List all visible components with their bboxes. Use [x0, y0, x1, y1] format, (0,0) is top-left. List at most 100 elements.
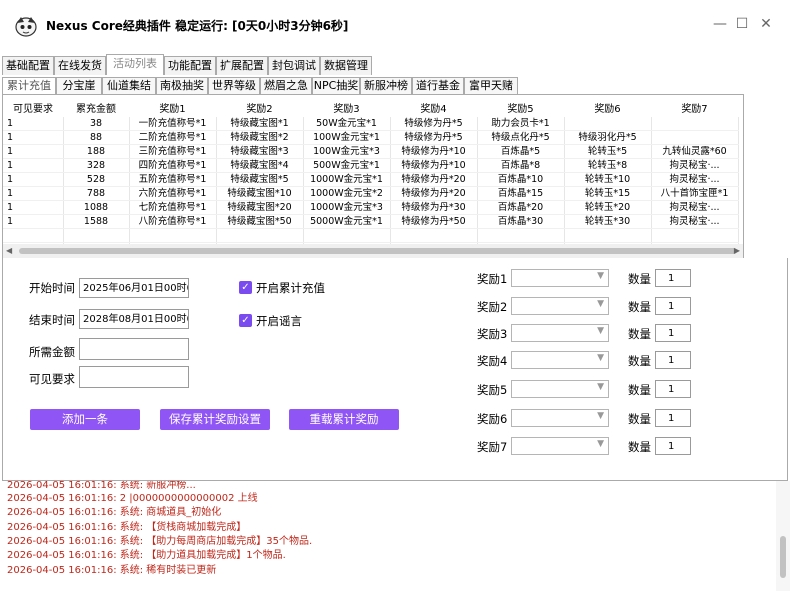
table-row[interactable]: 1 188 三阶充值称号*1 特级藏宝图*3 100W金元宝*3 特级修为丹*10 百炼晶*…	[3, 144, 739, 159]
chevron-down-icon[interactable]: ▼	[597, 326, 604, 336]
tab-fujia-tiandu[interactable]: 富甲天赌	[464, 77, 518, 94]
reward-4-select[interactable]: ▼	[511, 351, 609, 369]
tab-world-level[interactable]: 世界等级	[208, 77, 260, 94]
enable-recharge-checkbox[interactable]: ✓	[239, 281, 252, 294]
chevron-down-icon[interactable]: ▼	[597, 411, 604, 421]
column-header[interactable]: 奖励4	[390, 97, 477, 117]
table-row[interactable]: 1 1588 八阶充值称号*1 特级藏宝图*50 5000W金元宝*1 特级修为丹*50 百…	[3, 214, 739, 229]
minimize-button[interactable]: —	[710, 14, 730, 34]
chevron-down-icon[interactable]: ▼	[597, 382, 604, 392]
column-header[interactable]: 可见要求	[3, 97, 63, 117]
tab-basic-config[interactable]: 基础配置	[2, 56, 54, 75]
column-header[interactable]: 奖励7	[651, 97, 738, 117]
chevron-down-icon[interactable]: ▼	[597, 271, 604, 281]
reward-1-label: 奖励1	[477, 272, 508, 286]
table-cell: 特级修为丹*5	[390, 130, 478, 145]
table-cell: 助力会员卡*1	[477, 117, 565, 131]
log-line: 2026-04-05 16:01:16: 2 |0000000000000002…	[7, 493, 258, 504]
visible-requirement-input[interactable]	[79, 366, 189, 388]
reward-6-select[interactable]: ▼	[511, 409, 609, 427]
column-header[interactable]: 奖励5	[477, 97, 564, 117]
table-cell: 拘灵秘宝·...	[651, 158, 739, 173]
tab-npc-lottery[interactable]: NPC抽奖	[312, 77, 360, 94]
chevron-down-icon[interactable]: ▼	[597, 299, 604, 309]
reward-3-quantity-input[interactable]: 1	[655, 324, 691, 342]
scroll-left-icon[interactable]: ◀	[6, 246, 12, 255]
reward-1-quantity-input[interactable]: 1	[655, 269, 691, 287]
table-cell: 788	[63, 186, 130, 201]
tab-online-delivery[interactable]: 在线发货	[54, 56, 106, 75]
table-row[interactable]: 1 528 五阶充值称号*1 特级藏宝图*5 1000W金元宝*1 特级修为丹*20 百炼晶…	[3, 172, 739, 187]
table-cell: 特级修为丹*50	[390, 214, 478, 229]
table-cell	[63, 228, 130, 243]
column-header[interactable]: 奖励1	[129, 97, 216, 117]
table-cell: 1000W金元宝*3	[303, 200, 391, 215]
reward-2-quantity-input[interactable]: 1	[655, 297, 691, 315]
table-row[interactable]: 1 788 六阶充值称号*1 特级藏宝图*10 1000W金元宝*2 特级修为丹*20 百炼…	[3, 186, 739, 201]
table-cell: 特级藏宝图*1	[216, 117, 304, 131]
tab-packet-debug[interactable]: 封包调试	[268, 56, 320, 75]
add-entry-button[interactable]: 添加一条	[30, 409, 140, 430]
reload-rewards-button[interactable]: 重载累计奖励	[289, 409, 399, 430]
reward-3-select[interactable]: ▼	[511, 324, 609, 342]
tab-cumulative-recharge[interactable]: 累计充值	[2, 77, 56, 94]
amount-label: 所需金额	[29, 345, 75, 359]
quantity-label: 数量	[628, 412, 651, 426]
table-cell: 特级藏宝图*3	[216, 144, 304, 159]
quantity-label: 数量	[628, 354, 651, 368]
table-cell: 二阶充值称号*1	[129, 130, 217, 145]
log-scroll-thumb[interactable]	[780, 536, 786, 578]
tab-activity-list[interactable]: 活动列表	[106, 54, 164, 75]
enable-rumor-label: 开启谣言	[256, 314, 302, 328]
reward-1-select[interactable]: ▼	[511, 269, 609, 287]
table-row[interactable]: 1 88 二阶充值称号*1 特级藏宝图*2 100W金元宝*1 特级修为丹*5 特级点化丹*…	[3, 130, 739, 145]
reward-7-quantity-input[interactable]: 1	[655, 437, 691, 455]
tab-extension-config[interactable]: 扩展配置	[216, 56, 268, 75]
table-cell: 特级修为丹*20	[390, 186, 478, 201]
table-row[interactable]: 1 328 四阶充值称号*1 特级藏宝图*4 500W金元宝*1 特级修为丹*10 百炼晶*…	[3, 158, 739, 173]
chevron-down-icon[interactable]: ▼	[597, 439, 604, 449]
column-header[interactable]: 奖励6	[564, 97, 651, 117]
tab-new-server-rank[interactable]: 新服冲榜	[360, 77, 412, 94]
table-cell: 1000W金元宝*2	[303, 186, 391, 201]
table-cell: 五阶充值称号*1	[129, 172, 217, 187]
scroll-right-icon[interactable]: ▶	[734, 246, 740, 255]
maximize-button[interactable]: ☐	[732, 14, 752, 34]
tab-xiandao[interactable]: 仙道集结	[102, 77, 156, 94]
tab-daoxing-fund[interactable]: 道行基金	[412, 77, 464, 94]
quantity-label: 数量	[628, 383, 651, 397]
amount-input[interactable]	[79, 338, 189, 360]
tab-data-management[interactable]: 数据管理	[320, 56, 372, 75]
end-time-input[interactable]: 2028年08月01日00时00	[79, 309, 189, 329]
column-header[interactable]: 累充金额	[63, 97, 129, 117]
column-header[interactable]: 奖励3	[303, 97, 390, 117]
table-cell	[564, 117, 652, 131]
chevron-down-icon[interactable]: ▼	[597, 353, 604, 363]
tab-nanji-lottery[interactable]: 南极抽奖	[156, 77, 208, 94]
reward-5-quantity-input[interactable]: 1	[655, 380, 691, 398]
scroll-thumb[interactable]	[19, 248, 737, 254]
table-row[interactable]: 1 1088 七阶充值称号*1 特级藏宝图*20 1000W金元宝*3 特级修为丹*30 百…	[3, 200, 739, 215]
table-cell: 四阶充值称号*1	[129, 158, 217, 173]
table-cell	[303, 228, 391, 243]
tab-fenbaoya[interactable]: 分宝崖	[56, 77, 102, 94]
horizontal-scrollbar[interactable]: ◀ ▶	[3, 244, 743, 258]
save-reward-settings-button[interactable]: 保存累计奖励设置	[160, 409, 270, 430]
table-row[interactable]: 1 38 一阶充值称号*1 特级藏宝图*1 50W金元宝*1 特级修为丹*5 助力会员卡*1	[3, 117, 739, 131]
log-vertical-scrollbar[interactable]	[776, 481, 790, 591]
reward-4-quantity-input[interactable]: 1	[655, 351, 691, 369]
reward-2-select[interactable]: ▼	[511, 297, 609, 315]
reward-7-select[interactable]: ▼	[511, 437, 609, 455]
reward-6-quantity-input[interactable]: 1	[655, 409, 691, 427]
table-cell: 特级藏宝图*2	[216, 130, 304, 145]
reward-5-select[interactable]: ▼	[511, 380, 609, 398]
app-logo-icon	[15, 17, 37, 37]
table-cell: 特级藏宝图*4	[216, 158, 304, 173]
column-header[interactable]: 奖励2	[216, 97, 303, 117]
start-time-input[interactable]: 2025年06月01日00时00	[79, 278, 189, 298]
tab-urgent[interactable]: 燃眉之急	[260, 77, 312, 94]
tab-function-config[interactable]: 功能配置	[164, 56, 216, 75]
table-cell: 328	[63, 158, 130, 173]
close-button[interactable]: ✕	[756, 14, 776, 34]
enable-rumor-checkbox[interactable]: ✓	[239, 314, 252, 327]
